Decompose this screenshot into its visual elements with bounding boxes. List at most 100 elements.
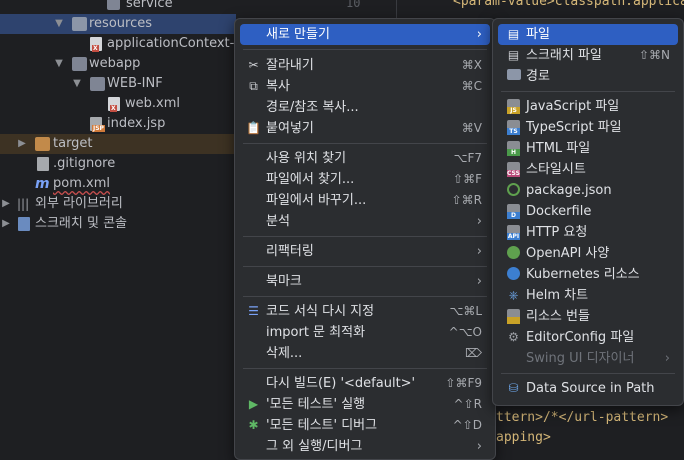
- submenu-item-http-request[interactable]: API HTTP 요청: [498, 222, 678, 243]
- scissors-icon: ✂: [248, 58, 259, 72]
- code-line: ttern>/*</url-pattern>: [496, 410, 669, 425]
- menu-item-paste[interactable]: 📋 붙여넣기 ⌘V: [240, 118, 490, 139]
- chevron-right-icon: ›: [476, 244, 482, 259]
- tree-item-scratches[interactable]: ▶ 스크래치 및 콘솔: [0, 214, 236, 234]
- tree-item-label: WEB-INF: [107, 76, 163, 91]
- typescript-file-icon: TS: [506, 120, 521, 135]
- code-line: apping>: [496, 430, 551, 445]
- chevron-down-icon[interactable]: ▼: [53, 54, 65, 74]
- chevron-right-icon: ›: [476, 439, 482, 454]
- tree-item-label: index.jsp: [107, 116, 166, 131]
- xml-file-icon: X: [108, 97, 120, 112]
- context-menu: 새로 만들기 › ✂ 잘라내기 ⌘X ⧉ 복사 ⌘C 경로/참조 복사... 📋…: [234, 18, 496, 460]
- menu-item-run-all-tests[interactable]: ▶ '모든 테스트' 실행 ^⇧R: [240, 394, 490, 415]
- jsp-file-icon: JSP: [90, 117, 105, 132]
- tree-item-label: 외부 라이브러리: [35, 196, 123, 211]
- menu-separator: [243, 143, 487, 144]
- submenu-item-javascript-file[interactable]: JS JavaScript 파일: [498, 96, 678, 117]
- chevron-right-icon: ›: [476, 274, 482, 289]
- submenu-item-editorconfig[interactable]: ⚙ EditorConfig 파일: [498, 327, 678, 348]
- menu-item-reformat-code[interactable]: ☰ 코드 서식 다시 지정 ⌥⌘L: [240, 301, 490, 322]
- submenu-item-package-json[interactable]: package.json: [498, 180, 678, 201]
- submenu-item-dockerfile[interactable]: D Dockerfile: [498, 201, 678, 222]
- menu-item-more-run-debug[interactable]: 그 외 실행/디버그 ›: [240, 436, 490, 457]
- chevron-right-icon: ›: [476, 27, 482, 42]
- debug-icon: ✱: [248, 418, 259, 432]
- package-icon: [107, 0, 120, 10]
- submenu-item-swing-ui-designer[interactable]: Swing UI 디자이너 ›: [498, 348, 678, 369]
- menu-separator: [243, 266, 487, 267]
- menu-item-cut[interactable]: ✂ 잘라내기 ⌘X: [240, 55, 490, 76]
- menu-item-delete[interactable]: 삭제... ⌦: [240, 343, 490, 364]
- tree-item-label: web.xml: [125, 96, 180, 111]
- submenu-item-stylesheet[interactable]: CSS 스타일시트: [498, 159, 678, 180]
- run-icon: ▶: [248, 397, 259, 411]
- project-tree: service ▼ resources X applicationContext…: [0, 0, 245, 446]
- submenu-item-kubernetes[interactable]: Kubernetes 리소스: [498, 264, 678, 285]
- database-icon: ⛁: [508, 381, 519, 395]
- submenu-item-directory[interactable]: 경로: [498, 66, 678, 87]
- submenu-item-html-file[interactable]: H HTML 파일: [498, 138, 678, 159]
- tree-item-external-libraries[interactable]: ▶ ||| 외부 라이브러리: [0, 194, 236, 214]
- gitignore-file-icon: [37, 157, 49, 171]
- menu-item-find-in-files[interactable]: 파일에서 찾기... ⇧⌘F: [240, 169, 490, 190]
- tree-item-gitignore[interactable]: .gitignore: [0, 154, 236, 174]
- scratch-file-icon: ▤: [507, 48, 520, 62]
- menu-item-new[interactable]: 새로 만들기 ›: [240, 24, 490, 45]
- menu-item-copy-path[interactable]: 경로/참조 복사...: [240, 97, 490, 118]
- tree-item-index-jsp[interactable]: JSP index.jsp: [0, 114, 236, 134]
- tree-item-web-xml[interactable]: X web.xml: [0, 94, 236, 114]
- tree-item-target[interactable]: ▶ target: [0, 134, 236, 154]
- tree-item-label: webapp: [89, 56, 141, 71]
- menu-item-optimize-imports[interactable]: import 문 최적화 ^⌥O: [240, 322, 490, 343]
- menu-item-replace-in-files[interactable]: 파일에서 바꾸기... ⇧⌘R: [240, 190, 490, 211]
- submenu-item-file[interactable]: ▤ 파일: [498, 24, 678, 45]
- chevron-right-icon[interactable]: ▶: [16, 134, 28, 154]
- stylesheet-icon: CSS: [506, 162, 521, 177]
- code-line: <param-value>classpath:applica: [453, 0, 684, 9]
- submenu-item-openapi[interactable]: OpenAPI 사양: [498, 243, 678, 264]
- menu-item-rebuild[interactable]: 다시 빌드(E) '<default>' ⇧⌘F9: [240, 373, 490, 394]
- tree-item-label: target: [53, 136, 93, 151]
- xml-file-icon: X: [90, 37, 102, 52]
- openapi-icon: [506, 246, 521, 261]
- menu-separator: [501, 91, 675, 92]
- tree-item-pom-xml[interactable]: m pom.xml: [0, 174, 236, 194]
- tree-item-web-inf[interactable]: ▼ WEB-INF: [0, 74, 236, 94]
- scratches-icon: [18, 217, 30, 231]
- kubernetes-icon: [506, 267, 521, 282]
- chevron-down-icon[interactable]: ▼: [53, 14, 65, 34]
- resource-bundle-icon: [506, 309, 521, 324]
- tree-item-label: pom.xml: [53, 176, 110, 191]
- maven-icon: m: [35, 176, 50, 192]
- resources-folder-icon: [72, 17, 87, 31]
- chevron-right-icon[interactable]: ▶: [0, 214, 12, 234]
- menu-item-analyze[interactable]: 분석 ›: [240, 211, 490, 232]
- tree-item-webapp[interactable]: ▼ webapp: [0, 54, 236, 74]
- submenu-item-scratch-file[interactable]: ▤ 스크래치 파일 ⇧⌘N: [498, 45, 678, 66]
- tree-item-label: service: [126, 0, 173, 11]
- tree-item-resources[interactable]: ▼ resources: [0, 14, 236, 34]
- nodejs-icon: [506, 183, 521, 198]
- javascript-file-icon: JS: [506, 99, 521, 114]
- menu-item-find-usages[interactable]: 사용 위치 찾기 ⌥F7: [240, 148, 490, 169]
- menu-item-bookmarks[interactable]: 북마크 ›: [240, 271, 490, 292]
- submenu-item-typescript-file[interactable]: TS TypeScript 파일: [498, 117, 678, 138]
- tree-item-label: resources: [89, 16, 153, 31]
- chevron-right-icon[interactable]: ▶: [0, 194, 12, 214]
- menu-separator: [243, 368, 487, 369]
- submenu-item-helm-chart[interactable]: ⎈ Helm 차트: [498, 285, 678, 306]
- tree-item-label: applicationContext-w: [107, 36, 245, 51]
- tree-item-applicationcontext[interactable]: X applicationContext-w: [0, 34, 245, 54]
- menu-item-debug-all-tests[interactable]: ✱ '모든 테스트' 디버그 ^⇧D: [240, 415, 490, 436]
- copy-icon: ⧉: [249, 79, 258, 93]
- submenu-item-data-source-in-path[interactable]: ⛁ Data Source in Path: [498, 378, 678, 399]
- menu-item-copy[interactable]: ⧉ 복사 ⌘C: [240, 76, 490, 97]
- menu-item-refactor[interactable]: 리팩터링 ›: [240, 241, 490, 262]
- tree-item-label: 스크래치 및 콘솔: [35, 216, 127, 231]
- clipboard-icon: 📋: [246, 121, 261, 135]
- chevron-down-icon[interactable]: ▼: [71, 74, 83, 94]
- menu-separator: [243, 236, 487, 237]
- submenu-item-resource-bundle[interactable]: 리소스 번들: [498, 306, 678, 327]
- tree-item-service[interactable]: service: [0, 0, 236, 14]
